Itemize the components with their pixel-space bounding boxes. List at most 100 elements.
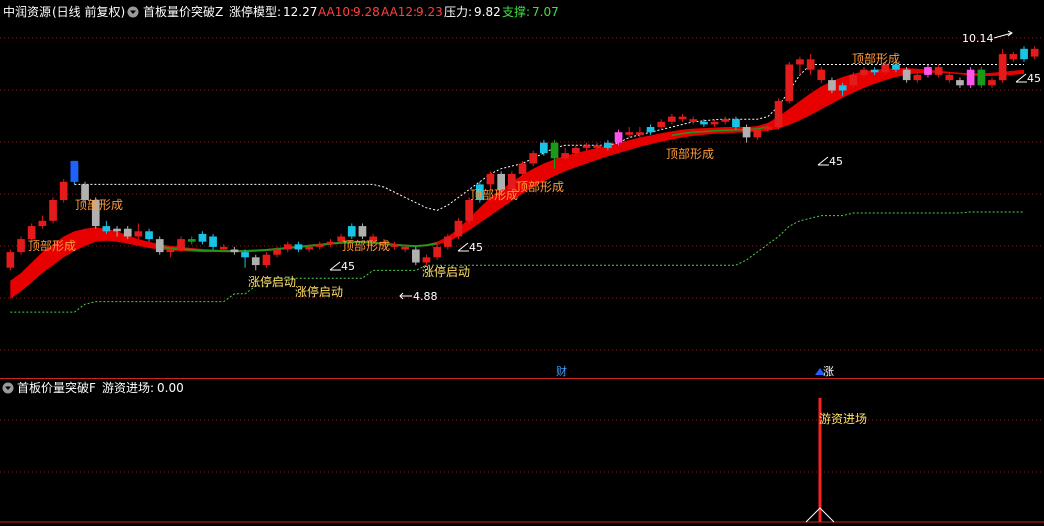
support-value: 7.07 — [532, 5, 559, 19]
sub-grid — [0, 419, 1044, 523]
candle — [390, 241, 399, 250]
candle — [326, 239, 335, 247]
top-formed-label: 顶部形成 — [666, 146, 714, 161]
candle-body — [486, 173, 495, 185]
candle — [913, 72, 922, 83]
candle-body — [988, 80, 996, 86]
candle-body — [177, 239, 185, 250]
candle — [358, 223, 367, 240]
candle — [668, 114, 676, 125]
candle-body — [977, 69, 986, 86]
candle-body — [806, 59, 815, 70]
candle-body — [251, 257, 260, 266]
candle-body — [326, 241, 335, 245]
sub-header: 首板价量突破F 游资进场: 0.00 — [2, 380, 184, 395]
low-arrow-icon — [399, 292, 412, 300]
candle — [6, 249, 15, 271]
candle-body — [572, 147, 580, 154]
candle-body — [38, 220, 47, 226]
candle-body — [742, 127, 751, 138]
candle — [347, 223, 356, 240]
candle-body — [187, 239, 196, 242]
candle-body — [6, 252, 15, 268]
candle-body — [49, 200, 57, 221]
angle-45-icon — [1015, 73, 1027, 83]
support-line — [10, 211, 1024, 313]
indicator-dropdown-icon[interactable] — [127, 6, 139, 18]
candle — [412, 246, 420, 266]
candle-body — [433, 246, 441, 258]
candle-body — [305, 246, 313, 250]
angle-45-icon — [817, 156, 829, 166]
candle-body — [785, 64, 794, 101]
candle-body — [465, 200, 473, 221]
sub-indicator-dropdown-icon[interactable] — [2, 382, 14, 394]
candle-body — [934, 67, 943, 75]
candle-body — [849, 74, 858, 86]
candle — [806, 54, 815, 75]
candle — [977, 67, 986, 88]
candle — [625, 127, 634, 138]
high-mark-label: 10.14 — [962, 32, 994, 45]
candle-body — [347, 226, 356, 237]
model-label: 涨停模型: — [229, 4, 281, 19]
limit-up-start-label: 涨停启动 — [248, 274, 296, 289]
candle-body — [230, 249, 239, 253]
candle — [1020, 46, 1028, 62]
candle-body — [219, 246, 228, 250]
candle-body — [710, 121, 719, 125]
candle-body — [561, 153, 569, 159]
candle-body — [444, 236, 452, 247]
candle — [262, 252, 271, 268]
candle-body — [273, 249, 281, 255]
candle — [17, 236, 25, 255]
candle — [721, 116, 730, 125]
candle — [540, 140, 548, 156]
candle-body — [870, 69, 879, 73]
candle — [966, 67, 975, 88]
candle-body — [817, 69, 826, 81]
candle — [774, 98, 783, 130]
candle-body — [145, 231, 153, 240]
candle-body — [529, 153, 537, 164]
candle-body — [390, 244, 399, 247]
candle — [230, 246, 239, 255]
candle-body — [1020, 48, 1028, 60]
model-value: 12.27 — [283, 5, 317, 19]
candle-body — [412, 249, 420, 263]
candle-body — [262, 254, 271, 266]
sub-panel-signal: 游资进场 — [805, 398, 867, 523]
candle-body — [902, 69, 911, 81]
support-label: 支撑: — [502, 4, 530, 19]
candle-body — [604, 142, 612, 148]
candle-body — [59, 181, 68, 200]
candle — [454, 218, 463, 240]
candle — [209, 233, 217, 250]
candle-body — [636, 132, 644, 135]
candle-body — [155, 239, 164, 253]
candle-body — [657, 121, 666, 127]
candle — [657, 119, 666, 130]
aa10-value: 9.28 — [353, 5, 380, 19]
candle — [988, 77, 996, 88]
top-formed-label: 顶部形成 — [470, 187, 518, 202]
candle-body — [1030, 48, 1039, 57]
candle-body — [956, 80, 964, 86]
top-formed-label: 顶部形成 — [342, 238, 390, 253]
candle-body — [113, 228, 121, 232]
candle-body — [732, 119, 740, 127]
top-formed-label: 顶部形成 — [28, 238, 76, 253]
candle-body — [283, 244, 292, 250]
sub-indicator-name[interactable]: 首板价量突破F — [17, 380, 96, 395]
candle-body — [454, 220, 463, 237]
candle — [315, 241, 324, 250]
limit-up-start-label: 涨停启动 — [422, 264, 470, 279]
candle-body — [198, 233, 207, 242]
candle-body — [966, 69, 975, 86]
candle — [710, 119, 719, 128]
main-indicator-name[interactable]: 首板量价突破Z — [143, 4, 223, 19]
low-mark-label: 4.88 — [413, 290, 438, 303]
candle-highlight — [70, 160, 79, 182]
period-label: (日线 前复权) — [52, 4, 125, 19]
angle-45-label: 45 — [829, 155, 843, 168]
